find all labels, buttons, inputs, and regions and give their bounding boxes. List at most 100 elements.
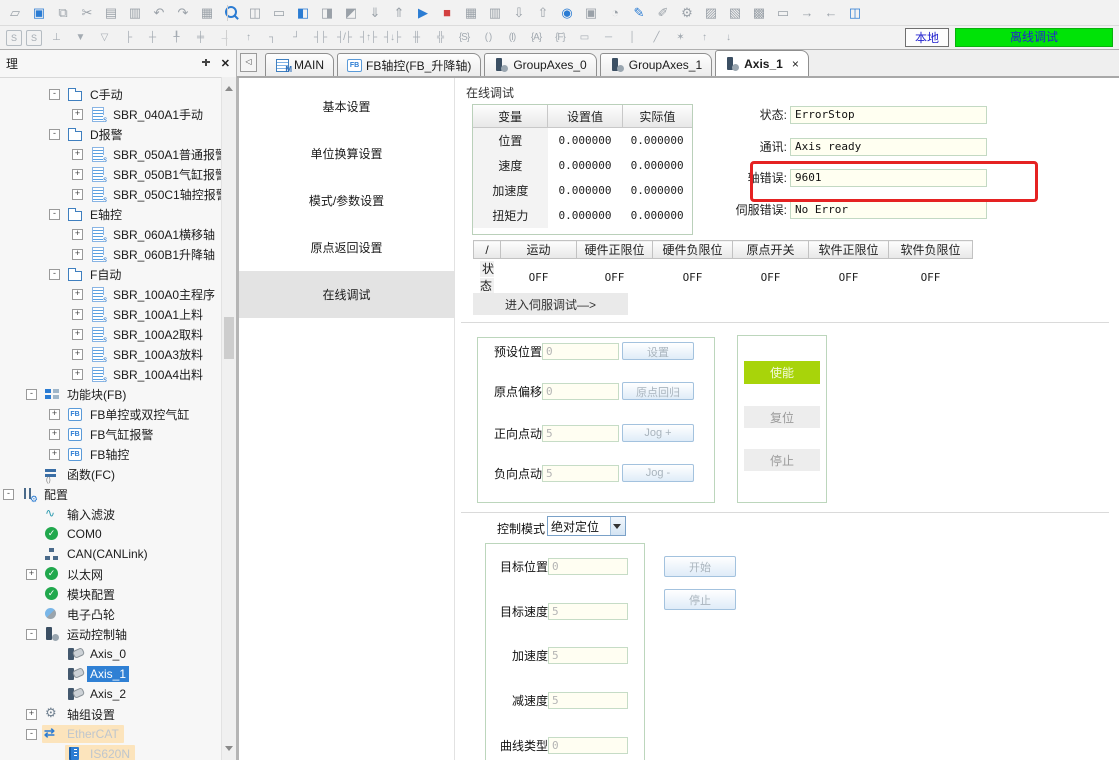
upload-icon[interactable]: ⇑ (388, 3, 410, 23)
star-delete-icon[interactable]: ✶ (668, 29, 692, 47)
contact-n-icon[interactable]: ┤↓├ (380, 29, 404, 47)
paste-icon[interactable]: ▥ (124, 3, 146, 23)
expander-icon[interactable]: + (72, 169, 83, 180)
tree-item[interactable]: - F自动 (0, 264, 221, 284)
tree-item[interactable]: - 功能块(FB) (0, 384, 221, 404)
rung-double-icon[interactable]: ╪ (188, 29, 212, 47)
expander-icon[interactable]: - (26, 629, 37, 640)
dropdown-arrow-icon[interactable] (610, 517, 625, 535)
line-right-icon[interactable]: → (212, 29, 236, 47)
offline-debug-indicator[interactable]: 离线调试 (955, 28, 1113, 47)
jog-value-input[interactable]: 0 (542, 383, 619, 400)
tree-item[interactable]: + 轴组设置 (0, 704, 221, 724)
rung-insert-icon[interactable]: ├ (116, 29, 140, 47)
jog-action-button[interactable]: Jog - (622, 464, 694, 482)
edit-icon[interactable]: ✎ (628, 3, 650, 23)
toolbar-separator[interactable] (226, 30, 227, 46)
tree-item[interactable]: - 运动控制轴 (0, 624, 221, 644)
close-tab-icon[interactable]: × (792, 57, 799, 71)
tree-item[interactable]: 电子凸轮 (0, 604, 221, 624)
document-tab[interactable]: GroupAxes_0 (484, 53, 596, 76)
contact-rise-icon[interactable]: ╫ (404, 29, 428, 47)
config-menu-item[interactable]: 基本设置 (239, 83, 454, 130)
line-up-icon[interactable]: ↑ (236, 29, 260, 47)
expander-icon[interactable]: - (49, 129, 60, 140)
config-menu-item[interactable]: 原点返回设置 (239, 224, 454, 271)
download-icon[interactable]: ⇓ (364, 3, 386, 23)
corner2-icon[interactable]: ┘ (284, 29, 308, 47)
move-up-icon[interactable]: ↑ (692, 29, 716, 47)
tree-item[interactable]: COM0 (0, 524, 221, 544)
scroll-down-icon[interactable] (225, 746, 233, 755)
print-icon[interactable]: ▭ (268, 3, 290, 23)
expander-icon[interactable]: - (26, 389, 37, 400)
axis-power-button[interactable]: 停止 (744, 449, 820, 471)
run-icon[interactable]: ▶ (412, 3, 434, 23)
compile-icon[interactable]: ⚙ (676, 3, 698, 23)
tree-item[interactable]: + SBR_060B1升降轴 (0, 244, 221, 264)
rtu-blocks-icon[interactable]: ▥ (484, 3, 506, 23)
target-value-input[interactable]: 0 (548, 558, 628, 575)
tree-item[interactable]: + FB轴控 (0, 444, 221, 464)
device-view-icon[interactable]: ◫ (844, 3, 866, 23)
expander-icon[interactable]: + (72, 309, 83, 320)
stop-icon[interactable]: ■ (436, 3, 458, 23)
expander-icon[interactable]: + (49, 409, 60, 420)
slash-delete-icon[interactable]: ╱ (644, 29, 668, 47)
scrollbar-thumb[interactable] (224, 317, 234, 359)
tree-item[interactable]: Axis_2 (0, 684, 221, 704)
tree-item[interactable]: - EtherCAT (0, 724, 221, 744)
save-icon[interactable]: ▣ (28, 3, 50, 23)
hline-icon[interactable]: ─ (596, 29, 620, 47)
expander-icon[interactable]: - (3, 489, 14, 500)
jog-action-button[interactable]: Jog + (622, 424, 694, 442)
step-into-icon[interactable]: → (796, 3, 818, 23)
find-icon[interactable] (220, 3, 242, 23)
target-value-input[interactable]: 5 (548, 603, 628, 620)
document-tab[interactable]: FB轴控(FB_升降轴) (337, 53, 481, 76)
enter-servo-debug-button[interactable]: 进入伺服调试—> (473, 293, 628, 315)
s-coil-icon[interactable]: S (6, 30, 22, 46)
undo-icon[interactable]: ↶ (148, 3, 170, 23)
branch-hollow-icon[interactable]: ▽ (92, 29, 116, 47)
clear-icon[interactable]: ▨ (700, 3, 722, 23)
timer-icon[interactable]: ◔ (604, 3, 626, 23)
tab-scroll-left-button[interactable]: ◁ (240, 53, 257, 72)
export-icon[interactable]: ◨ (316, 3, 338, 23)
cascade-windows-icon[interactable]: ◧ (292, 3, 314, 23)
target-value-input[interactable]: 5 (548, 692, 628, 709)
compare-icon[interactable]: ◩ (340, 3, 362, 23)
expander-icon[interactable]: - (26, 729, 37, 740)
tree-item[interactable]: + SBR_100A3放料 (0, 344, 221, 364)
contact-p-icon[interactable]: ┤↑├ (356, 29, 380, 47)
tree-item[interactable]: 函数(FC) (0, 464, 221, 484)
insert-row-icon[interactable]: ▧ (724, 3, 746, 23)
expander-icon[interactable]: + (72, 349, 83, 360)
expander-icon[interactable]: + (49, 429, 60, 440)
tree-item[interactable]: IS620N (0, 744, 221, 760)
jog-value-input[interactable]: 5 (542, 465, 619, 482)
tree-item[interactable]: - 配置 (0, 484, 221, 504)
rung-join-icon[interactable]: ┼ (140, 29, 164, 47)
pin-icon[interactable] (201, 58, 211, 70)
tree-item[interactable]: + SBR_040A1手动 (0, 104, 221, 124)
contact-fall-icon[interactable]: ╬ (428, 29, 452, 47)
save-all-icon[interactable]: ⧉ (52, 3, 74, 23)
jog-value-input[interactable]: 5 (542, 425, 619, 442)
coil-reset-icon[interactable]: {F} (548, 29, 572, 47)
tree-scrollbar[interactable] (221, 77, 236, 760)
contact-nc-icon[interactable]: ┤/├ (332, 29, 356, 47)
tree-item[interactable]: + FB气缸报警 (0, 424, 221, 444)
set-coil-icon[interactable]: {S} (452, 29, 476, 47)
jog-action-button[interactable]: 原点回归 (622, 382, 694, 400)
test-icon[interactable]: ▭ (772, 3, 794, 23)
tree-item[interactable]: + SBR_060A1横移轴 (0, 224, 221, 244)
tree-item[interactable]: + SBR_100A1上料 (0, 304, 221, 324)
print-preview-icon[interactable]: ◫ (244, 3, 266, 23)
tree-item[interactable]: + SBR_100A2取料 (0, 324, 221, 344)
move-down-icon[interactable]: ↓ (716, 29, 740, 47)
s-coil2-icon[interactable]: S (26, 30, 42, 46)
config-menu-item[interactable]: 模式/参数设置 (239, 177, 454, 224)
coil-inverse-icon[interactable]: (I) (500, 29, 524, 47)
coil-set-icon[interactable]: {A} (524, 29, 548, 47)
